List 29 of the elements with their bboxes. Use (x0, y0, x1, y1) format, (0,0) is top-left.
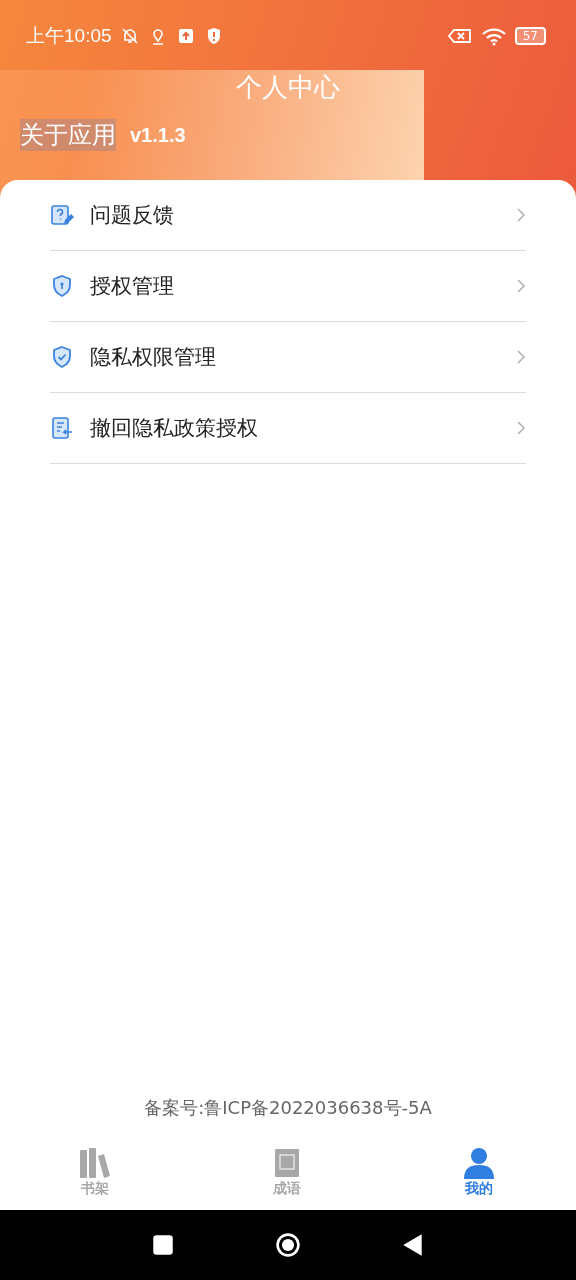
battery-indicator: 57 (514, 27, 546, 45)
tab-item[interactable]: 我的 (446, 1140, 512, 1210)
about-label: 关于应用 (20, 119, 116, 151)
home-button[interactable] (275, 1232, 301, 1258)
mute-icon (119, 26, 140, 46)
wifi-icon (480, 26, 507, 46)
menu-item[interactable]: 隐私权限管理 (50, 322, 526, 393)
menu-label: 问题反馈 (90, 202, 175, 229)
menu-label: 隐私权限管理 (90, 344, 217, 371)
question-edit-icon (50, 203, 74, 227)
menu-item[interactable]: 撤回隐私政策授权 (50, 393, 526, 464)
document-return-icon (50, 416, 74, 440)
menu-item[interactable]: 问题反馈 (50, 180, 526, 251)
chevron-right-icon (516, 207, 526, 223)
menu-item[interactable]: 授权管理 (50, 251, 526, 322)
version-text: v1.1.3 (130, 123, 186, 147)
icp-record-text: 备案号:鲁ICP备2022036638号-5A (143, 1096, 433, 1120)
recents-button[interactable] (150, 1232, 176, 1258)
chevron-right-icon (516, 278, 526, 294)
bookshelf-icon (78, 1146, 112, 1180)
chevron-right-icon (516, 420, 526, 436)
user-icon (462, 1146, 496, 1180)
menu-label: 授权管理 (90, 273, 175, 300)
menu-label: 撤回隐私政策授权 (90, 415, 259, 442)
status-time: 上午10:05 (26, 24, 112, 48)
shield-keyhole-icon (50, 274, 74, 298)
shield-check-icon (50, 345, 74, 369)
chevron-right-icon (516, 349, 526, 365)
page-title: 个人中心 (235, 71, 341, 104)
